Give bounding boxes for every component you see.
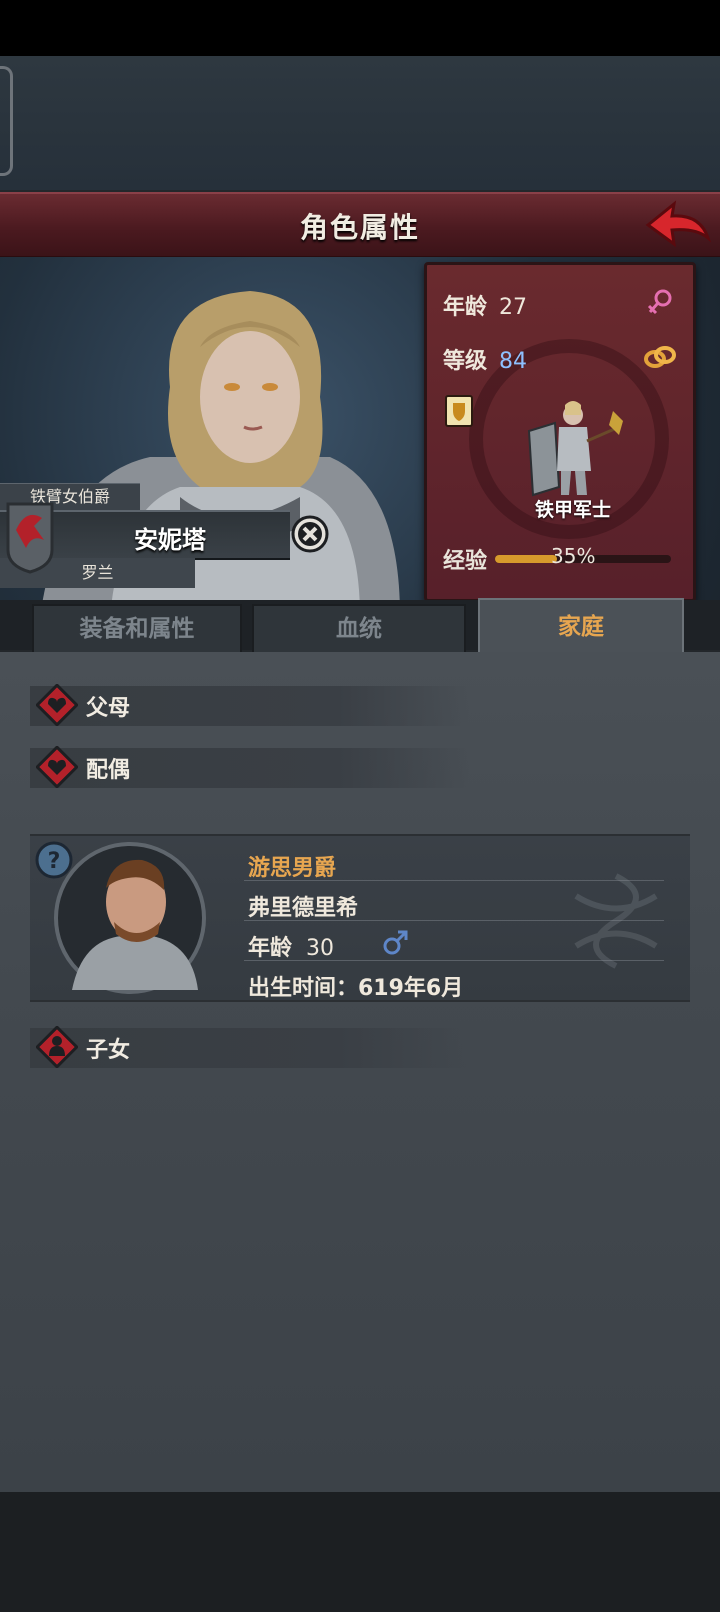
spouse-birth: 出生时间：619年6月 — [248, 976, 464, 1001]
spouse-name: 弗里德里希 — [248, 896, 359, 921]
child-icon — [36, 1026, 78, 1068]
spouse-label: 配偶 — [86, 758, 131, 783]
exp-label: 经验 — [443, 549, 488, 574]
bottom-bar — [0, 1492, 720, 1612]
tab-family[interactable]: 家庭 — [478, 598, 684, 654]
age-value: 27 — [499, 295, 528, 320]
class-unit-icon — [527, 401, 623, 497]
title-bar: 角色属性 — [0, 192, 720, 259]
level-label: 等级 — [443, 349, 488, 374]
spouse-age: 年龄 30 — [248, 930, 334, 962]
female-icon — [647, 289, 672, 315]
tab-bloodline[interactable]: 血统 — [252, 604, 466, 654]
children-label: 子女 — [86, 1038, 131, 1063]
spouse-title: 游思男爵 — [248, 856, 337, 881]
spouse-card[interactable]: ? 游思男爵 弗里德里希 年龄 30 出生时间：619年6月 — [30, 834, 690, 1002]
page-title: 角色属性 — [299, 211, 420, 244]
svg-text:?: ? — [48, 849, 61, 874]
heart-icon — [36, 746, 78, 788]
children-section[interactable]: 子女 — [30, 1026, 470, 1068]
side-frame — [0, 66, 13, 176]
male-icon — [383, 930, 408, 955]
back-arrow-icon[interactable] — [642, 198, 714, 252]
stats-panel: 年龄 27 等级 84 铁甲军士 经验 35% — [424, 262, 696, 602]
portrait-area: 年龄 27 等级 84 铁甲军士 经验 35% — [0, 257, 720, 647]
age-stat: 年龄 27 — [443, 289, 527, 321]
upper-background — [0, 56, 720, 190]
spouse-age-label: 年龄 — [248, 936, 293, 961]
level-stat: 等级 84 — [443, 343, 527, 375]
close-icon[interactable] — [290, 514, 330, 554]
spouse-age-value: 30 — [306, 936, 335, 961]
age-label: 年龄 — [443, 295, 488, 320]
exp-bar-fill — [495, 555, 557, 563]
house-crest-icon — [6, 502, 54, 574]
class-name: 铁甲军士 — [534, 499, 611, 521]
exp-percent: 35% — [551, 544, 596, 568]
question-icon[interactable]: ? — [34, 840, 74, 880]
character-name: 安妮塔 — [134, 526, 206, 554]
spouse-portrait[interactable] — [52, 840, 208, 996]
spouse-section[interactable]: 配偶 — [30, 746, 470, 788]
wedding-rings-icon — [644, 346, 676, 368]
shield-icon — [445, 395, 473, 427]
heart-icon — [36, 684, 78, 726]
parents-label: 父母 — [86, 696, 131, 721]
parents-section[interactable]: 父母 — [30, 684, 470, 726]
level-value: 84 — [499, 349, 528, 374]
tab-equipment[interactable]: 装备和属性 — [32, 604, 242, 654]
knot-ornament — [574, 873, 658, 969]
status-bar — [0, 0, 720, 56]
